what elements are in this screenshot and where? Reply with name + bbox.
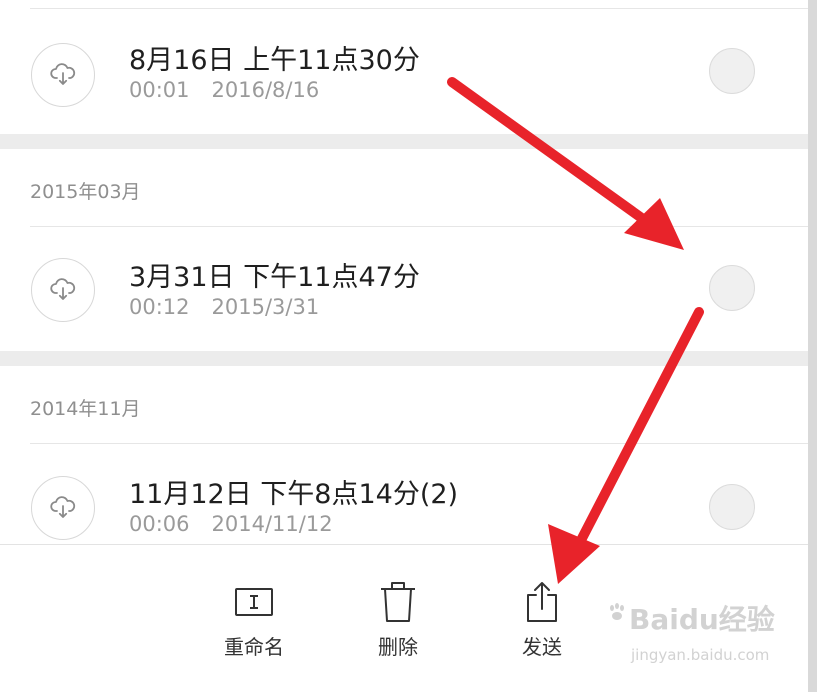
recording-date: 2014/11/12 bbox=[211, 512, 333, 536]
watermark-brand: Baidu经验 bbox=[629, 603, 775, 636]
rename-button[interactable]: 重命名 bbox=[204, 545, 304, 675]
list-item[interactable]: 8月16日 上午11点30分 00:01 2016/8/16 bbox=[0, 6, 808, 116]
select-checkbox[interactable] bbox=[709, 265, 755, 311]
recording-meta: 00:06 2014/11/12 bbox=[129, 512, 333, 536]
divider bbox=[30, 226, 808, 227]
list-item[interactable]: 3月31日 下午11点47分 00:12 2015/3/31 bbox=[0, 235, 808, 345]
divider bbox=[30, 443, 808, 444]
recording-duration: 00:06 bbox=[129, 512, 190, 536]
recording-title: 11月12日 下午8点14分(2) bbox=[129, 479, 459, 510]
share-icon bbox=[527, 582, 557, 622]
right-border bbox=[808, 0, 817, 692]
cloud-download-icon[interactable] bbox=[31, 258, 95, 322]
recording-date: 2016/8/16 bbox=[211, 78, 320, 102]
rename-label: 重命名 bbox=[224, 635, 284, 659]
baidu-jingyan-watermark: Baidu经验 jingyan.baidu.com bbox=[610, 598, 781, 678]
recording-duration: 00:12 bbox=[129, 295, 190, 319]
delete-button[interactable]: 删除 bbox=[348, 545, 448, 675]
recording-group-2016: 8月16日 上午11点30分 00:01 2016/8/16 bbox=[0, 0, 808, 134]
watermark-url: jingyan.baidu.com bbox=[631, 646, 770, 664]
section-header: 2015年03月 bbox=[30, 181, 141, 203]
send-label: 发送 bbox=[522, 635, 562, 659]
recording-meta: 00:01 2016/8/16 bbox=[129, 78, 319, 102]
cloud-download-icon[interactable] bbox=[31, 476, 95, 540]
delete-label: 删除 bbox=[378, 635, 418, 659]
select-checkbox[interactable] bbox=[709, 484, 755, 530]
trash-icon bbox=[381, 582, 415, 622]
rename-icon bbox=[235, 588, 273, 616]
recording-title: 3月31日 下午11点47分 bbox=[129, 262, 420, 293]
recording-title: 8月16日 上午11点30分 bbox=[129, 45, 420, 76]
select-checkbox[interactable] bbox=[709, 48, 755, 94]
send-button[interactable]: 发送 bbox=[492, 545, 592, 675]
recording-duration: 00:01 bbox=[129, 78, 190, 102]
paw-icon bbox=[610, 603, 624, 620]
recording-group-2015-03: 2015年03月 3月31日 下午11点47分 00:12 2015/3/31 bbox=[0, 149, 808, 351]
cloud-download-icon[interactable] bbox=[31, 43, 95, 107]
recording-meta: 00:12 2015/3/31 bbox=[129, 295, 319, 319]
section-header: 2014年11月 bbox=[30, 398, 141, 420]
recording-date: 2015/3/31 bbox=[211, 295, 320, 319]
recording-group-2014-11: 2014年11月 11月12日 下午8点14分(2) 00:06 2014/11/… bbox=[0, 366, 808, 546]
